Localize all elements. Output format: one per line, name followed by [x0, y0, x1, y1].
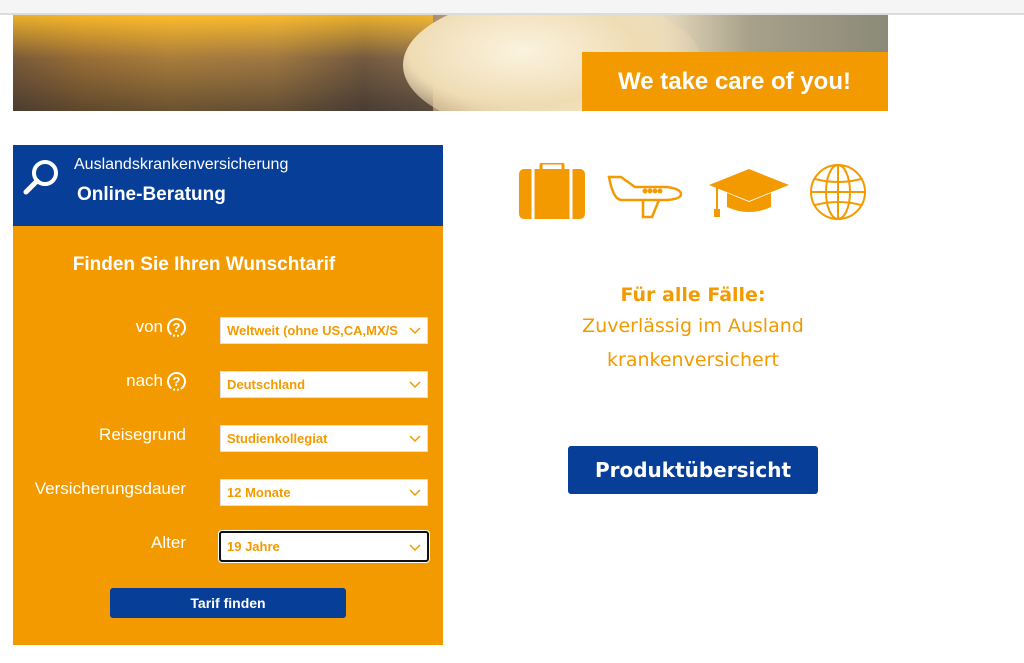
to-select[interactable]: Deutschland: [220, 371, 428, 398]
search-panel: Auslandskrankenversicherung Online-Berat…: [13, 145, 443, 645]
product-overview-button[interactable]: Produktübersicht: [568, 446, 818, 494]
hero-tagline: We take care of you!: [582, 52, 888, 111]
globe-icon: [810, 164, 866, 220]
age-select[interactable]: 19 Jahre: [219, 531, 429, 562]
help-icon[interactable]: ?: [167, 371, 186, 391]
airplane-icon: [607, 175, 683, 219]
chevron-down-icon: [409, 327, 421, 335]
panel-header-title: Online-Beratung: [77, 184, 226, 205]
search-icon: [23, 160, 58, 195]
chevron-down-icon: [409, 489, 421, 497]
panel-header-subtitle: Auslandskrankenversicherung: [74, 156, 289, 173]
graduation-cap-icon: [709, 169, 789, 217]
slogan-line: Zuverlässig im Ausland: [582, 315, 804, 337]
panel-header: Auslandskrankenversicherung Online-Berat…: [13, 145, 443, 226]
hero-banner: We take care of you!: [13, 15, 888, 111]
from-label: von ?: [136, 317, 186, 337]
travel-reason-label: Reisegrund: [99, 425, 186, 444]
slogan-heading: Für alle Fälle:: [620, 284, 766, 306]
browser-top-bar: [0, 0, 1024, 15]
suitcase-icon: [519, 163, 585, 219]
category-icons: [519, 163, 866, 220]
travel-reason-select[interactable]: Studienkollegiat: [220, 425, 428, 452]
chevron-down-icon: [409, 381, 421, 389]
find-tariff-button[interactable]: Tarif finden: [110, 588, 346, 618]
slogan-line: krankenversichert: [607, 349, 779, 371]
from-select[interactable]: Weltweit (ohne US,CA,MX/S: [220, 317, 428, 344]
age-label: Alter: [151, 533, 186, 552]
duration-select[interactable]: 12 Monate: [220, 479, 428, 506]
form-title: Finden Sie Ihren Wunschtarif: [72, 254, 336, 275]
help-icon[interactable]: ?: [167, 317, 186, 337]
chevron-down-icon: [409, 435, 421, 443]
duration-label: Versicherungsdauer: [34, 479, 186, 498]
chevron-down-icon: [409, 544, 421, 552]
to-label: nach ?: [126, 371, 186, 391]
